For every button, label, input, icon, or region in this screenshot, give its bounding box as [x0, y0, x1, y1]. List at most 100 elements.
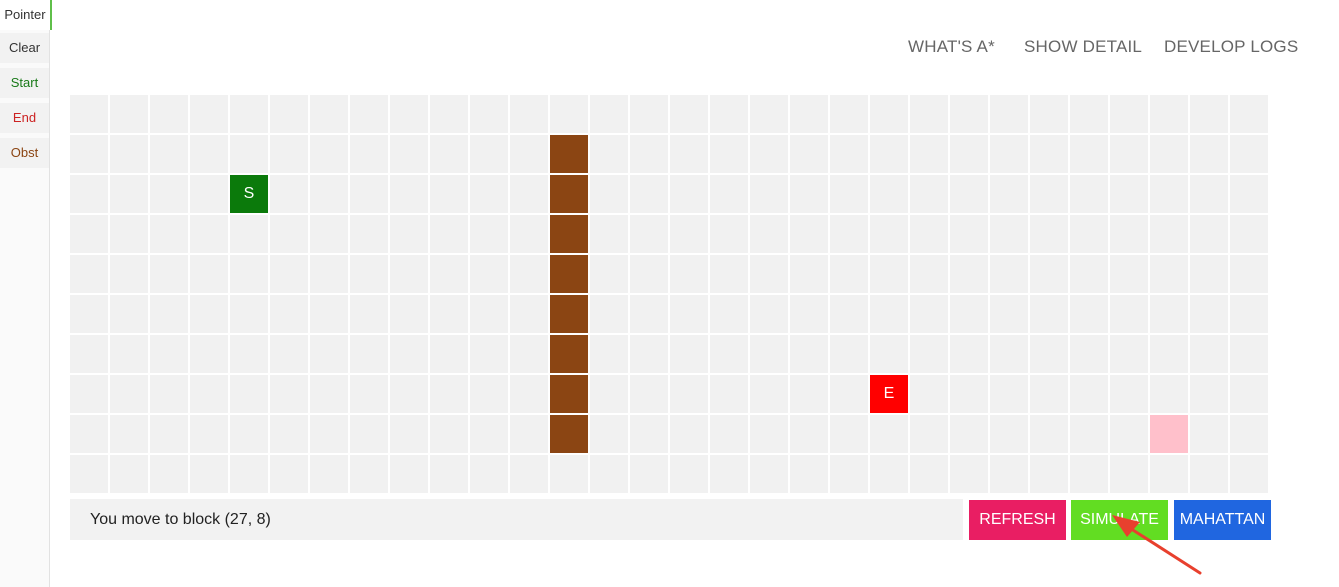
grid-cell[interactable] — [670, 135, 710, 175]
grid-cell[interactable] — [790, 175, 830, 215]
grid-cell[interactable] — [630, 215, 670, 255]
grid-cell[interactable] — [590, 255, 630, 295]
grid-cell[interactable] — [1030, 375, 1070, 415]
grid-cell[interactable] — [270, 455, 310, 495]
grid-cell[interactable] — [750, 215, 790, 255]
grid-cell[interactable] — [1070, 295, 1110, 335]
grid-cell[interactable] — [870, 415, 910, 455]
grid-cell[interactable] — [870, 175, 910, 215]
grid-cell[interactable] — [70, 135, 110, 175]
grid-cell[interactable] — [950, 95, 990, 135]
grid-cell[interactable] — [1230, 95, 1270, 135]
grid-cell[interactable] — [1030, 175, 1070, 215]
grid-cell[interactable] — [630, 175, 670, 215]
grid-cell[interactable] — [910, 375, 950, 415]
grid-cell[interactable] — [1190, 255, 1230, 295]
grid-cell[interactable] — [590, 175, 630, 215]
grid-cell[interactable] — [1070, 175, 1110, 215]
grid-cell[interactable] — [950, 255, 990, 295]
grid-cell[interactable] — [790, 95, 830, 135]
grid-cell[interactable] — [910, 215, 950, 255]
grid-cell[interactable] — [190, 175, 230, 215]
grid-cell[interactable] — [470, 215, 510, 255]
grid-cell[interactable] — [1110, 455, 1150, 495]
grid-cell[interactable] — [710, 415, 750, 455]
grid-cell[interactable] — [1230, 135, 1270, 175]
grid-cell[interactable] — [470, 455, 510, 495]
hovered-cell[interactable] — [1150, 415, 1190, 455]
grid-cell[interactable] — [310, 175, 350, 215]
grid-cell[interactable] — [630, 375, 670, 415]
grid-cell[interactable] — [270, 95, 310, 135]
grid-cell[interactable] — [1070, 415, 1110, 455]
nav-show-detail[interactable]: SHOW DETAIL — [1024, 37, 1142, 57]
start-cell[interactable]: S — [230, 175, 270, 215]
grid-cell[interactable] — [510, 375, 550, 415]
grid-cell[interactable] — [230, 375, 270, 415]
grid-cell[interactable] — [110, 215, 150, 255]
grid-cell[interactable] — [710, 295, 750, 335]
grid-cell[interactable] — [750, 455, 790, 495]
grid-cell[interactable] — [830, 455, 870, 495]
grid-cell[interactable] — [270, 135, 310, 175]
grid-cell[interactable] — [590, 135, 630, 175]
grid-cell[interactable] — [470, 95, 510, 135]
grid-cell[interactable] — [910, 455, 950, 495]
grid-cell[interactable] — [630, 335, 670, 375]
grid-cell[interactable] — [70, 455, 110, 495]
grid-cell[interactable] — [670, 415, 710, 455]
grid-cell[interactable] — [270, 175, 310, 215]
grid-cell[interactable] — [870, 335, 910, 375]
refresh-button[interactable]: REFRESH — [969, 500, 1066, 540]
grid-cell[interactable] — [190, 455, 230, 495]
grid-cell[interactable] — [430, 95, 470, 135]
grid-cell[interactable] — [470, 335, 510, 375]
grid-cell[interactable] — [310, 135, 350, 175]
grid-cell[interactable] — [870, 135, 910, 175]
grid-cell[interactable] — [70, 215, 110, 255]
grid-cell[interactable] — [350, 335, 390, 375]
grid-cell[interactable] — [910, 415, 950, 455]
grid-cell[interactable] — [70, 415, 110, 455]
grid-cell[interactable] — [310, 335, 350, 375]
grid-cell[interactable] — [870, 95, 910, 135]
grid-cell[interactable] — [830, 295, 870, 335]
grid-cell[interactable] — [830, 335, 870, 375]
grid-cell[interactable] — [1230, 335, 1270, 375]
grid-cell[interactable] — [510, 215, 550, 255]
grid-cell[interactable] — [390, 135, 430, 175]
nav-whats-astar[interactable]: WHAT'S A* — [908, 37, 995, 57]
grid-cell[interactable] — [430, 295, 470, 335]
grid-cell[interactable] — [790, 295, 830, 335]
grid-cell[interactable] — [150, 175, 190, 215]
grid-cell[interactable] — [1230, 175, 1270, 215]
grid-cell[interactable] — [790, 215, 830, 255]
grid-cell[interactable] — [1190, 175, 1230, 215]
grid-cell[interactable] — [1110, 415, 1150, 455]
grid-cell[interactable] — [710, 375, 750, 415]
grid-cell[interactable] — [710, 255, 750, 295]
grid-cell[interactable] — [390, 455, 430, 495]
grid-cell[interactable] — [230, 255, 270, 295]
grid-cell[interactable] — [150, 415, 190, 455]
grid-cell[interactable] — [710, 215, 750, 255]
tool-start[interactable]: Start — [0, 68, 49, 98]
grid-cell[interactable] — [630, 415, 670, 455]
grid-cell[interactable] — [790, 255, 830, 295]
grid-cell[interactable] — [230, 95, 270, 135]
grid-cell[interactable] — [470, 415, 510, 455]
grid-cell[interactable] — [1030, 455, 1070, 495]
grid-cell[interactable] — [1110, 375, 1150, 415]
grid-cell[interactable] — [350, 215, 390, 255]
grid-cell[interactable] — [350, 135, 390, 175]
tool-clear[interactable]: Clear — [0, 33, 49, 63]
grid-cell[interactable] — [1070, 95, 1110, 135]
grid-cell[interactable] — [150, 455, 190, 495]
grid-cell[interactable] — [430, 215, 470, 255]
grid-cell[interactable] — [990, 175, 1030, 215]
grid-cell[interactable] — [1070, 255, 1110, 295]
heuristic-toggle-button[interactable]: MAHATTAN — [1174, 500, 1271, 540]
grid-cell[interactable] — [630, 135, 670, 175]
grid-cell[interactable] — [790, 335, 830, 375]
grid-cell[interactable] — [1150, 175, 1190, 215]
